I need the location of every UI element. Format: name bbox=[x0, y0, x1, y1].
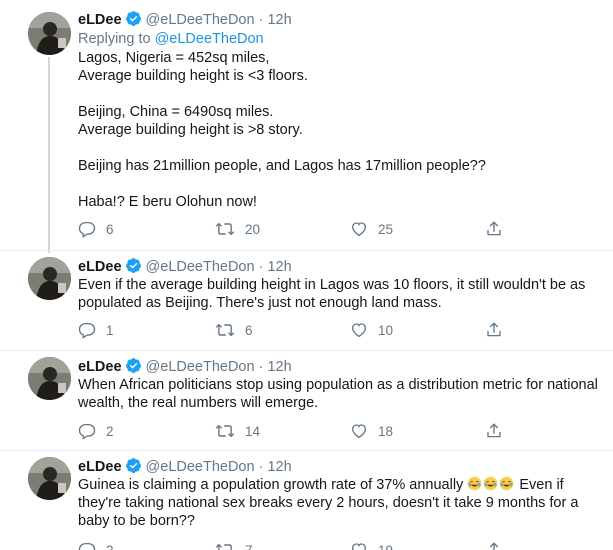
share-icon bbox=[487, 322, 501, 337]
separator-dot: · bbox=[258, 12, 264, 28]
avatar[interactable] bbox=[28, 357, 71, 400]
reply-count: 6 bbox=[106, 221, 114, 237]
tweet-actions: 2 14 18 bbox=[78, 421, 508, 441]
reply-icon bbox=[78, 221, 96, 238]
handle[interactable]: @eLDeeTheDon bbox=[146, 259, 255, 275]
reply-button[interactable]: 2 bbox=[78, 540, 114, 550]
reply-icon bbox=[78, 423, 96, 440]
retweet-icon bbox=[215, 222, 235, 236]
heart-icon bbox=[351, 424, 367, 439]
face-with-tears-of-joy-icon bbox=[468, 476, 482, 491]
like-count: 10 bbox=[378, 322, 394, 338]
handle[interactable]: @eLDeeTheDon bbox=[146, 12, 255, 28]
reply-icon bbox=[78, 322, 96, 339]
tweet-paragraph: Haba!? E beru Olohun now! bbox=[78, 194, 257, 210]
separator-dot: · bbox=[258, 459, 264, 475]
share-button[interactable] bbox=[485, 421, 503, 441]
share-button[interactable] bbox=[485, 540, 503, 550]
tweet-actions: 1 6 10 bbox=[78, 320, 508, 340]
display-name[interactable]: eLDee bbox=[78, 12, 122, 28]
retweet-icon bbox=[215, 323, 235, 337]
like-button[interactable]: 25 bbox=[350, 219, 393, 239]
tweet-text: Guinea is claiming a population growth r… bbox=[78, 476, 579, 529]
share-icon bbox=[489, 542, 499, 550]
heart-icon bbox=[351, 222, 367, 237]
tweet[interactable]: eLDee @eLDeeTheDon · 12h Even if the aver… bbox=[0, 251, 613, 350]
reply-count: 2 bbox=[106, 423, 114, 439]
tweet[interactable]: eLDee @eLDeeTheDon · 12h Replying to @eLD… bbox=[0, 0, 613, 253]
thread-line bbox=[48, 57, 50, 253]
reply-button[interactable]: 1 bbox=[78, 320, 114, 340]
reply-count: 1 bbox=[106, 322, 114, 338]
heart-icon bbox=[351, 323, 367, 338]
replying-to-mention[interactable]: @eLDeeTheDon bbox=[155, 31, 264, 47]
tweet-paragraph: Lagos, Nigeria = 452sq miles, Average bui… bbox=[78, 50, 308, 84]
verified-badge-icon bbox=[125, 10, 142, 32]
retweet-count: 7 bbox=[245, 542, 253, 550]
timestamp[interactable]: 12h bbox=[267, 359, 291, 375]
like-count: 19 bbox=[378, 542, 394, 550]
display-name[interactable]: eLDee bbox=[78, 259, 122, 275]
avatar[interactable] bbox=[28, 457, 71, 500]
retweet-button[interactable]: 20 bbox=[215, 219, 260, 239]
tweet-actions: 6 20 25 bbox=[78, 219, 508, 239]
retweet-count: 14 bbox=[245, 423, 261, 439]
timestamp[interactable]: 12h bbox=[267, 259, 291, 275]
face-with-tears-of-joy-icon bbox=[500, 476, 514, 491]
retweet-icon bbox=[215, 543, 232, 550]
share-icon bbox=[487, 423, 501, 438]
heart-icon bbox=[351, 543, 367, 550]
separator-dot: · bbox=[258, 259, 264, 275]
avatar[interactable] bbox=[28, 12, 71, 55]
retweet-button[interactable]: 14 bbox=[215, 421, 260, 441]
tweet-text: Even if the average building height in L… bbox=[78, 277, 586, 311]
replying-to-label: Replying to bbox=[78, 31, 151, 47]
tweet-text: When African politicians stop using popu… bbox=[78, 377, 598, 411]
handle[interactable]: @eLDeeTheDon bbox=[146, 359, 255, 375]
timestamp[interactable]: 12h bbox=[267, 12, 291, 28]
retweet-button[interactable]: 7 bbox=[215, 540, 253, 550]
tweet-actions: 2 7 19 bbox=[78, 540, 508, 550]
handle[interactable]: @eLDeeTheDon bbox=[146, 459, 255, 475]
like-button[interactable]: 18 bbox=[350, 421, 393, 441]
avatar[interactable] bbox=[28, 257, 71, 300]
retweet-icon bbox=[215, 424, 235, 438]
tweet-text: Lagos, Nigeria = 452sq miles, Average bui… bbox=[78, 49, 606, 211]
timestamp[interactable]: 12h bbox=[267, 459, 291, 475]
replying-to: Replying to @eLDeeTheDon bbox=[78, 30, 264, 48]
like-count: 18 bbox=[378, 423, 394, 439]
tweet-paragraph: Beijing has 21million people, and Lagos … bbox=[78, 158, 486, 174]
reply-count: 2 bbox=[106, 542, 114, 550]
like-button[interactable]: 19 bbox=[350, 540, 393, 550]
tweet-paragraph: Beijing, China = 6490sq miles. Average bu… bbox=[78, 104, 303, 138]
display-name[interactable]: eLDee bbox=[78, 459, 122, 475]
share-button[interactable] bbox=[485, 320, 503, 340]
share-button[interactable] bbox=[485, 219, 503, 239]
tweet[interactable]: eLDee @eLDeeTheDon · 12h Guinea is claimi… bbox=[0, 451, 613, 550]
retweet-count: 6 bbox=[245, 322, 253, 338]
tweet-header: eLDee @eLDeeTheDon · 12h bbox=[78, 10, 292, 32]
reply-icon bbox=[78, 542, 96, 550]
display-name[interactable]: eLDee bbox=[78, 359, 122, 375]
tweet[interactable]: eLDee @eLDeeTheDon · 12h When African pol… bbox=[0, 351, 613, 450]
reply-button[interactable]: 2 bbox=[78, 421, 114, 441]
face-with-tears-of-joy-icon bbox=[484, 476, 498, 491]
like-button[interactable]: 10 bbox=[350, 320, 393, 340]
reply-button[interactable]: 6 bbox=[78, 219, 114, 239]
retweet-button[interactable]: 6 bbox=[215, 320, 253, 340]
share-icon bbox=[487, 221, 501, 236]
retweet-count: 20 bbox=[245, 221, 261, 237]
separator-dot: · bbox=[258, 359, 264, 375]
like-count: 25 bbox=[378, 221, 394, 237]
